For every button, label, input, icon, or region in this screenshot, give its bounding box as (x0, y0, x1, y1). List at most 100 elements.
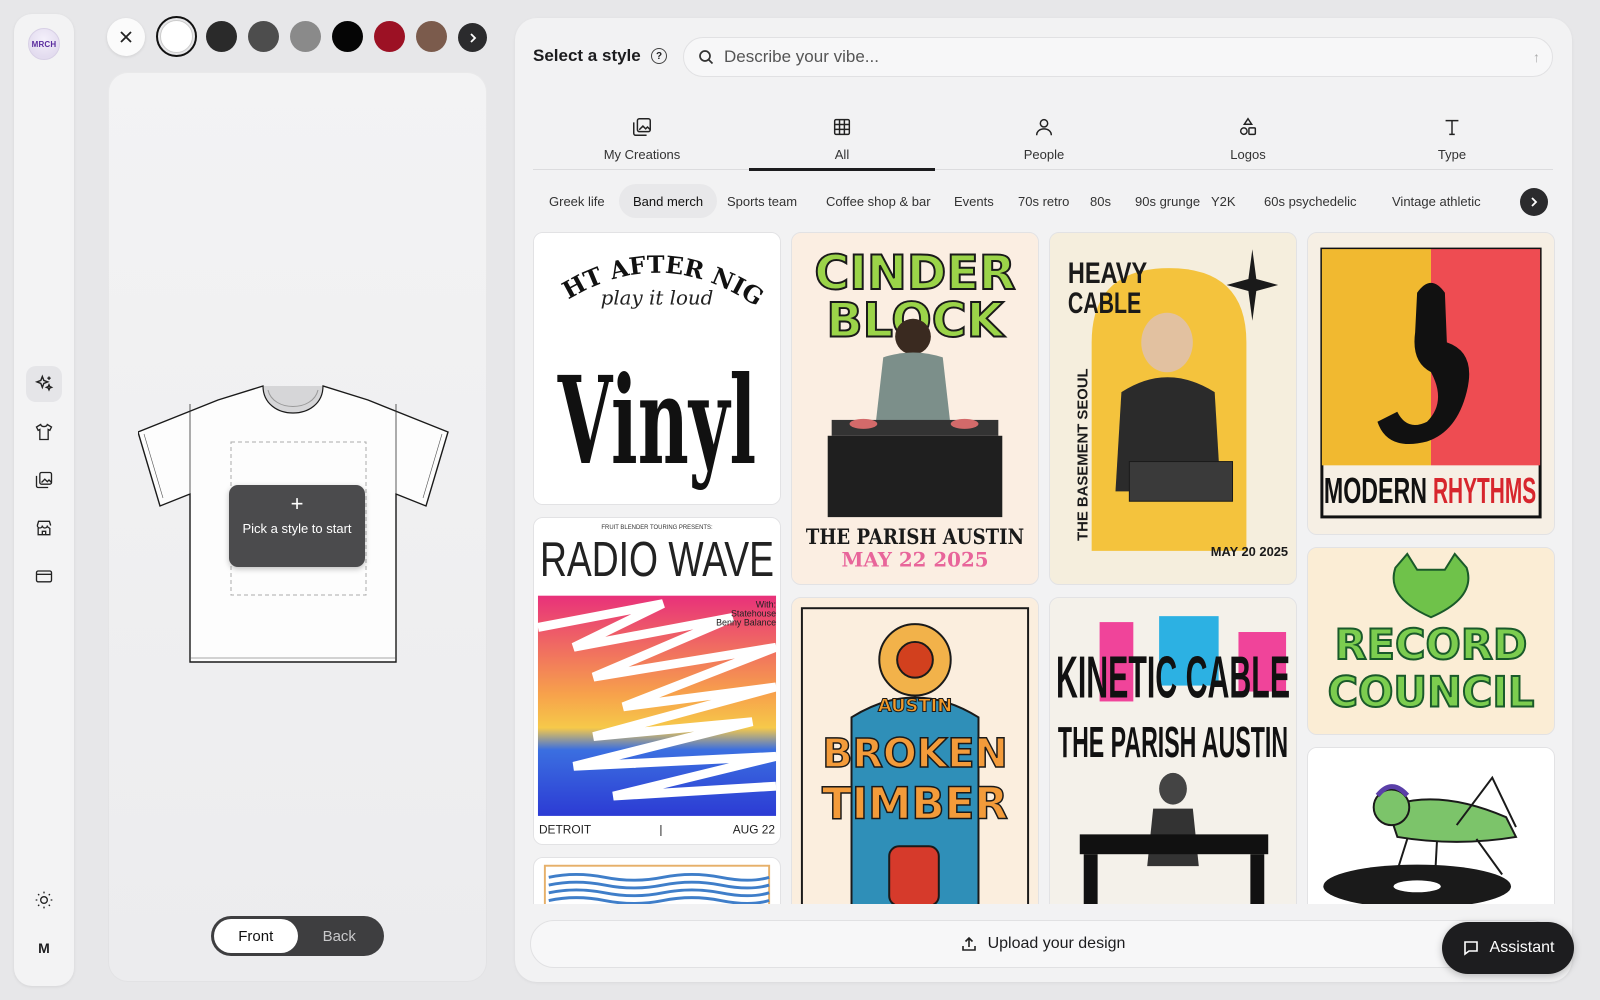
record-council-design-thumbnail: RECORD COUNCIL (1308, 548, 1554, 734)
grid-icon (833, 118, 851, 136)
tab-type[interactable]: Type (1359, 96, 1545, 170)
heavy-title-1: HEAVY (1068, 257, 1147, 290)
modern-rhythms-design-thumbnail: MODERN RHYTHMS (1308, 233, 1554, 534)
submit-arrow-icon[interactable]: ↑ (1533, 49, 1540, 65)
color-swatch-3[interactable] (290, 21, 321, 52)
style-card-kinetic-cable[interactable]: KINETIC CABLE THE PARISH AUSTIN (1049, 597, 1297, 904)
plus-icon: + (290, 491, 304, 516)
filter-chip[interactable]: Events (940, 184, 1008, 218)
tshirt-icon (35, 423, 53, 441)
style-card-vinyl[interactable]: NIGHT AFTER NIGHT play it loud Vinyl (533, 232, 781, 505)
style-card-waves[interactable] (533, 857, 781, 904)
filter-chip[interactable]: Y2K (1197, 184, 1250, 218)
product-preview-panel: + Pick a style to start Front Back (108, 72, 487, 982)
kinetic-venue: THE PARISH AUSTIN (1058, 718, 1288, 767)
tab-label: Type (1437, 147, 1467, 162)
style-card-grasshopper[interactable] (1307, 747, 1555, 904)
filter-chip[interactable]: 60s psychedelic (1250, 184, 1371, 218)
color-swatch-2[interactable] (248, 21, 279, 52)
gallery-nav-button[interactable] (26, 462, 62, 498)
logo-text: MRCH (31, 39, 57, 49)
filter-chip[interactable]: Greek life (535, 184, 619, 218)
theme-toggle-button[interactable] (26, 882, 62, 918)
pick-style-prompt[interactable]: + Pick a style to start (229, 485, 365, 567)
sparkle-icon (34, 374, 54, 392)
radio-separator: | (659, 823, 662, 837)
tab-label: Logos (1230, 147, 1266, 162)
user-avatar[interactable]: M (26, 930, 62, 966)
left-nav-rail: MRCH M (14, 14, 74, 986)
vinyl-big-text: Vinyl (557, 349, 756, 492)
billing-nav-button[interactable] (26, 558, 62, 594)
filter-chip[interactable]: 70s retro (1004, 184, 1083, 218)
filter-chip[interactable]: Vintage athletic (1378, 184, 1495, 218)
tab-label: People (1023, 147, 1065, 162)
tab-people[interactable]: People (951, 96, 1137, 170)
filter-chip[interactable]: Sports team (713, 184, 811, 218)
color-swatch-1[interactable] (206, 21, 237, 52)
style-card-cinder-block[interactable]: CINDER BLOCK THE PARISH AUSTIN MAY 22 20… (791, 232, 1039, 585)
color-swatch-6[interactable] (416, 21, 447, 52)
radio-artist-2: Benny Balance (716, 617, 776, 627)
cinder-block-design-thumbnail: CINDER BLOCK THE PARISH AUSTIN MAY 22 20… (792, 233, 1038, 584)
close-icon (120, 31, 132, 43)
style-card-modern-rhythms[interactable]: MODERN RHYTHMS (1307, 232, 1555, 535)
product-nav-button[interactable] (26, 414, 62, 450)
waves-design-thumbnail (537, 858, 777, 904)
search-icon (699, 50, 714, 65)
upload-design-button[interactable]: Upload your design (530, 920, 1555, 968)
image-gallery-icon (633, 118, 651, 136)
pick-style-text: Pick a style to start (242, 521, 352, 536)
tab-my-creations[interactable]: My Creations (549, 96, 735, 170)
kinetic-cable-design-thumbnail: KINETIC CABLE THE PARISH AUSTIN (1050, 598, 1296, 904)
kinetic-title: KINETIC CABLE (1056, 643, 1290, 710)
vibe-search-bar: ↑ (683, 37, 1553, 77)
filter-chip[interactable]: Band merch (619, 184, 718, 218)
app-logo[interactable]: MRCH (28, 28, 60, 60)
radio-date: AUG 22 (733, 823, 776, 837)
chips-scroll-right-button[interactable] (1520, 188, 1548, 216)
broken-word-1: BROKEN (822, 731, 1007, 777)
more-colors-button[interactable] (458, 23, 487, 52)
style-card-heavy-cable[interactable]: HEAVY CABLE THE BASEMENT SEOUL MAY 20 20… (1049, 232, 1297, 585)
tab-logos[interactable]: Logos (1155, 96, 1341, 170)
broken-timber-design-thumbnail: AUSTIN BROKEN TIMBER (792, 598, 1038, 904)
cinder-venue: THE PARISH AUSTIN (806, 525, 1024, 550)
upload-label: Upload your design (987, 935, 1126, 952)
vibe-search-input[interactable] (724, 47, 1504, 67)
upload-icon (961, 936, 976, 951)
assistant-label: Assistant (1489, 939, 1555, 956)
close-button[interactable] (107, 18, 145, 56)
sun-icon (35, 891, 53, 909)
radio-wave-design-thumbnail: FRUIT BLENDER TOURING PRESENTS: RADIO WA… (534, 518, 780, 844)
tab-all[interactable]: All (749, 96, 935, 171)
back-view-button[interactable]: Back (298, 919, 382, 953)
assistant-button[interactable]: Assistant (1442, 922, 1574, 974)
style-card-broken-timber[interactable]: AUSTIN BROKEN TIMBER (791, 597, 1039, 904)
heavy-venue-side: THE BASEMENT SEOUL (1076, 368, 1092, 541)
credit-card-icon (35, 570, 53, 583)
vinyl-design-thumbnail: NIGHT AFTER NIGHT play it loud Vinyl (534, 233, 780, 504)
front-view-button[interactable]: Front (214, 919, 298, 953)
radio-city: DETROIT (539, 823, 591, 837)
category-tabs: My Creations All People Logos Type (533, 96, 1553, 171)
filter-chip[interactable]: Coffee shop & bar (812, 184, 945, 218)
page-title: Select a style (533, 46, 641, 65)
store-icon (36, 520, 52, 536)
broken-top-word: AUSTIN (878, 695, 952, 716)
ai-sparkle-nav-button[interactable] (26, 366, 62, 402)
style-card-record-council[interactable]: RECORD COUNCIL (1307, 547, 1555, 735)
store-nav-button[interactable] (26, 510, 62, 546)
chat-bubble-icon (1463, 941, 1478, 956)
color-swatch-0[interactable] (156, 16, 197, 57)
person-icon (1035, 118, 1053, 136)
filter-chip[interactable]: 80s (1076, 184, 1125, 218)
color-swatch-4[interactable] (332, 21, 363, 52)
record-word-2: COUNCIL (1328, 667, 1535, 716)
style-card-radio-wave[interactable]: FRUIT BLENDER TOURING PRESENTS: RADIO WA… (533, 517, 781, 845)
image-gallery-icon (35, 471, 53, 489)
help-icon[interactable]: ? (651, 48, 667, 64)
color-swatch-5[interactable] (374, 21, 405, 52)
front-back-toggle: Front Back (211, 916, 384, 956)
grasshopper-design-thumbnail (1308, 748, 1554, 904)
